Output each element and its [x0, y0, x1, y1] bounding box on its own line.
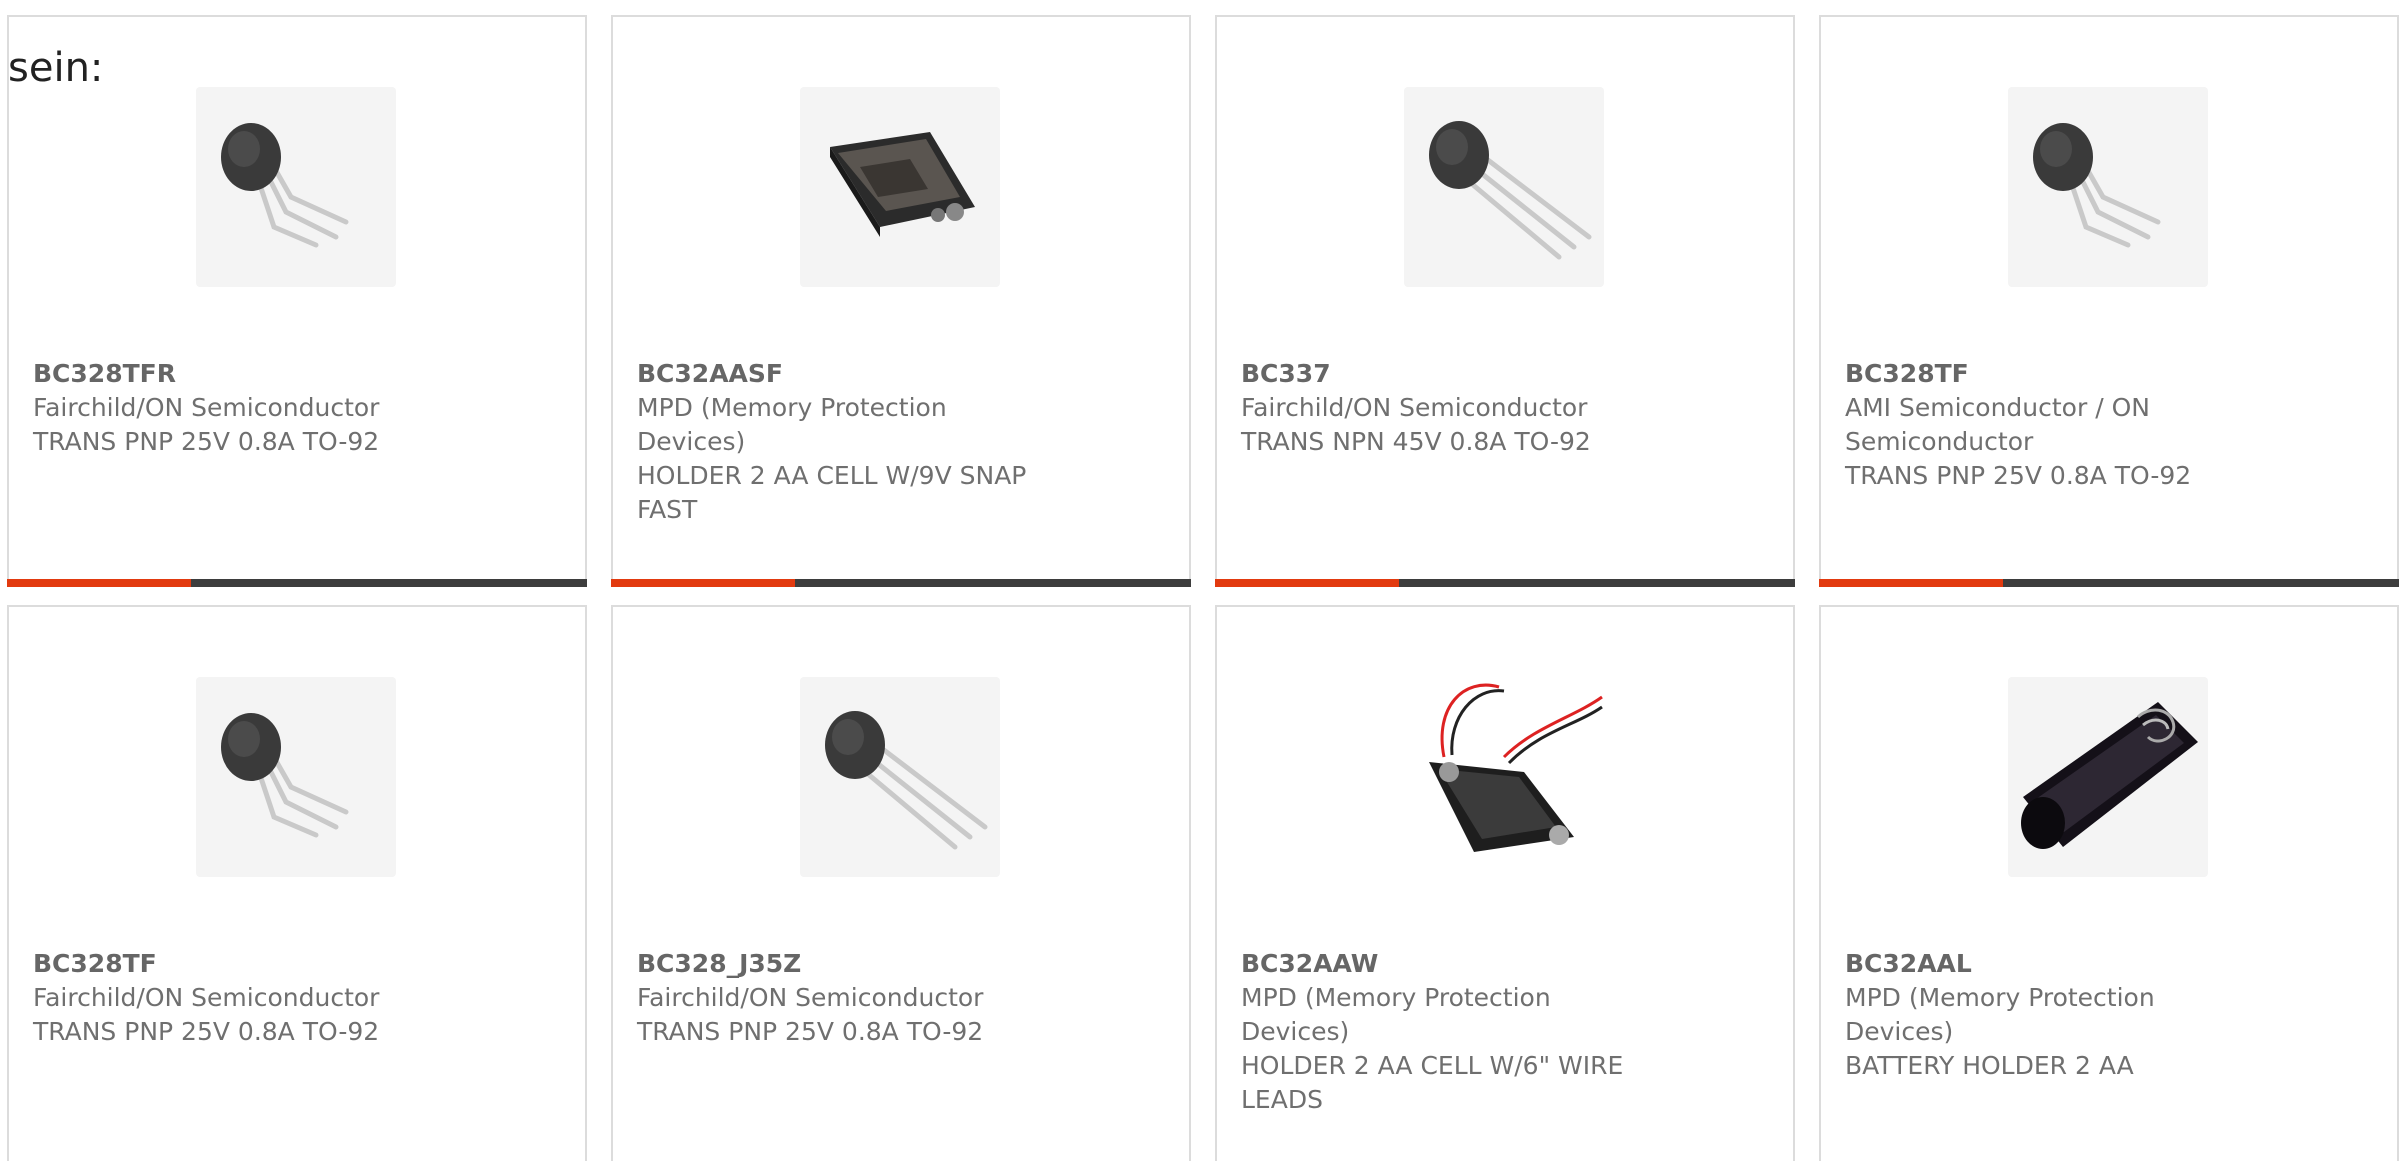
- product-card[interactable]: BC328TF Fairchild/ON Semiconductor TRANS…: [7, 605, 587, 1161]
- part-number[interactable]: BC328TFR: [33, 357, 453, 391]
- battery-holder-snap-icon: [830, 132, 975, 237]
- description: TRANS PNP 25V 0.8A TO-92: [33, 1017, 380, 1046]
- product-card[interactable]: BC32AAW MPD (Memory Protection Devices) …: [1215, 605, 1795, 1161]
- description: TRANS PNP 25V 0.8A TO-92: [1845, 461, 2192, 490]
- product-image[interactable]: [1404, 677, 1604, 877]
- product-card[interactable]: BC32AAL MPD (Memory Protection Devices) …: [1819, 605, 2399, 1161]
- product-info: BC337 Fairchild/ON Semiconductor TRANS N…: [1241, 357, 1661, 459]
- description: HOLDER 2 AA CELL W/6" WIRE LEADS: [1241, 1051, 1624, 1114]
- product-info: BC32AASF MPD (Memory Protection Devices)…: [637, 357, 1057, 527]
- product-image[interactable]: [2008, 677, 2208, 877]
- manufacturer: Fairchild/ON Semiconductor: [1241, 393, 1588, 422]
- part-number[interactable]: BC328TF: [1845, 357, 2265, 391]
- product-image[interactable]: [196, 87, 396, 287]
- product-info: BC32AAL MPD (Memory Protection Devices) …: [1845, 947, 2265, 1083]
- product-card[interactable]: BC32AASF MPD (Memory Protection Devices)…: [611, 15, 1191, 587]
- product-info: BC328TF AMI Semiconductor / ON Semicondu…: [1845, 357, 2265, 493]
- manufacturer: MPD (Memory Protection Devices): [637, 393, 947, 456]
- description: BATTERY HOLDER 2 AA: [1845, 1051, 2134, 1080]
- product-listing-page: sein: BC328TFR Fairchild/ON Semiconducto…: [0, 0, 2400, 1161]
- manufacturer: Fairchild/ON Semiconductor: [33, 393, 380, 422]
- card-accent: [1215, 579, 1399, 587]
- card-bottom-bar: [611, 579, 1191, 587]
- part-number[interactable]: BC32AAW: [1241, 947, 1661, 981]
- battery-holder-tube-icon: [2021, 702, 2198, 849]
- product-card[interactable]: BC328_J35Z Fairchild/ON Semiconductor TR…: [611, 605, 1191, 1161]
- part-number[interactable]: BC337: [1241, 357, 1661, 391]
- part-number[interactable]: BC32AASF: [637, 357, 1057, 391]
- description: HOLDER 2 AA CELL W/9V SNAP FAST: [637, 461, 1027, 524]
- product-card[interactable]: BC328TFR Fairchild/ON Semiconductor TRAN…: [7, 15, 587, 587]
- description: TRANS NPN 45V 0.8A TO-92: [1241, 427, 1591, 456]
- transistor-bent-leads-icon: [221, 123, 349, 248]
- card-bottom-bar: [7, 579, 587, 587]
- transistor-bent-leads-icon: [2033, 123, 2161, 248]
- product-info: BC32AAW MPD (Memory Protection Devices) …: [1241, 947, 1661, 1117]
- product-image[interactable]: [1404, 87, 1604, 287]
- part-number[interactable]: BC328TF: [33, 947, 453, 981]
- battery-holder-wire-leads-icon: [1429, 683, 1603, 852]
- card-bottom-bar: [1215, 579, 1795, 587]
- card-accent: [1819, 579, 2003, 587]
- product-card[interactable]: BC328TF AMI Semiconductor / ON Semicondu…: [1819, 15, 2399, 587]
- manufacturer: Fairchild/ON Semiconductor: [637, 983, 984, 1012]
- product-image[interactable]: [800, 677, 1000, 877]
- part-number[interactable]: BC328_J35Z: [637, 947, 1057, 981]
- intro-text: sein:: [8, 45, 104, 91]
- card-accent: [7, 579, 191, 587]
- manufacturer: MPD (Memory Protection Devices): [1845, 983, 2155, 1046]
- card-bottom-bar: [1819, 579, 2399, 587]
- product-grid: BC328TFR Fairchild/ON Semiconductor TRAN…: [0, 0, 2400, 1161]
- manufacturer: Fairchild/ON Semiconductor: [33, 983, 380, 1012]
- product-image[interactable]: [2008, 87, 2208, 287]
- transistor-bent-leads-icon: [221, 713, 349, 838]
- transistor-straight-leads-icon: [825, 711, 988, 850]
- product-card[interactable]: BC337 Fairchild/ON Semiconductor TRANS N…: [1215, 15, 1795, 587]
- part-number[interactable]: BC32AAL: [1845, 947, 2265, 981]
- product-info: BC328TFR Fairchild/ON Semiconductor TRAN…: [33, 357, 453, 459]
- manufacturer: AMI Semiconductor / ON Semiconductor: [1845, 393, 2150, 456]
- product-info: BC328_J35Z Fairchild/ON Semiconductor TR…: [637, 947, 1057, 1049]
- product-info: BC328TF Fairchild/ON Semiconductor TRANS…: [33, 947, 453, 1049]
- transistor-straight-leads-icon: [1429, 121, 1592, 260]
- manufacturer: MPD (Memory Protection Devices): [1241, 983, 1551, 1046]
- description: TRANS PNP 25V 0.8A TO-92: [637, 1017, 984, 1046]
- product-image[interactable]: [800, 87, 1000, 287]
- product-image[interactable]: [196, 677, 396, 877]
- description: TRANS PNP 25V 0.8A TO-92: [33, 427, 380, 456]
- card-accent: [611, 579, 795, 587]
